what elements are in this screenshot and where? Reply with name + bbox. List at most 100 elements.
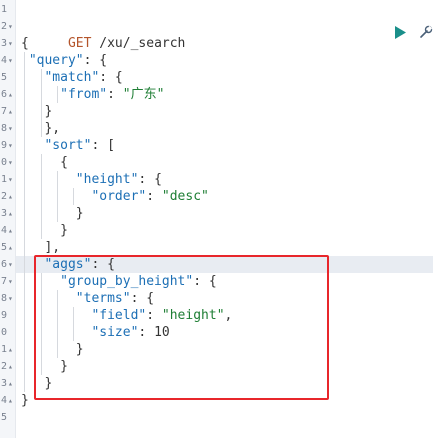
- code-line[interactable]: ],: [21, 239, 431, 256]
- code-line[interactable]: "height": {: [21, 171, 431, 188]
- gutter-row: 3 ▴: [0, 375, 15, 392]
- line-number-gutter: 1 2 ▾ 3 ▾ 4 ▾ 5 6 ▴ 7 ▴ 8 ▾ 9 ▾ 0 ▾ 1 ▾ 2 ▴ 3 ▴ 4 ▴ 5 ▴ 6 ▾ 7 ▾ 8 ▾ 9 0 1 ▴ 2 ▴…: [0, 0, 16, 438]
- gutter-row: 1 ▴: [0, 341, 15, 358]
- gutter-row: 2 ▴: [0, 188, 15, 205]
- gutter-row: 5: [0, 69, 15, 86]
- line-number: 0: [0, 327, 7, 338]
- fold-expand-icon[interactable]: ▴: [8, 341, 15, 358]
- gutter-row: 9 ▾: [0, 137, 15, 154]
- fold-expand-icon[interactable]: ▴: [8, 205, 15, 222]
- play-icon: [395, 25, 406, 39]
- code-punctuation: }: [60, 223, 68, 238]
- line-number: 4: [0, 55, 7, 66]
- aggs-highlight-box: [34, 255, 329, 400]
- line-number: 9: [0, 310, 7, 321]
- gutter-row: 0 ▾: [0, 154, 15, 171]
- code-line[interactable]: "sort": [: [21, 137, 431, 154]
- fold-expand-icon[interactable]: ▴: [8, 239, 15, 256]
- indent-guide: [24, 52, 25, 392]
- request-settings-button[interactable]: [418, 24, 433, 40]
- line-number: 1: [0, 174, 7, 185]
- fold-collapse-icon[interactable]: ▾: [8, 35, 15, 52]
- code-punctuation: {: [21, 36, 29, 51]
- line-number: 5: [0, 242, 7, 253]
- gutter-row: 7 ▴: [0, 103, 15, 120]
- code-line[interactable]: "match": {: [21, 69, 431, 86]
- json-string-value: "desc": [161, 189, 209, 204]
- gutter-row: 2 ▾: [0, 18, 15, 35]
- code-line[interactable]: }: [21, 103, 431, 120]
- fold-collapse-icon[interactable]: ▾: [8, 18, 15, 35]
- code-line[interactable]: "query": {: [21, 52, 431, 69]
- fold-expand-icon[interactable]: ▴: [8, 222, 15, 239]
- gutter-row: 3 ▴: [0, 205, 15, 222]
- indent-guide: [73, 188, 74, 205]
- indentation: [21, 172, 76, 187]
- code-punctuation: :: [146, 189, 162, 204]
- fold-expand-icon[interactable]: ▴: [8, 375, 15, 392]
- gutter-row: 8 ▾: [0, 290, 15, 307]
- fold-expand-icon[interactable]: ▴: [8, 103, 15, 120]
- json-key: "match": [44, 70, 100, 85]
- indent-guide: [41, 154, 42, 239]
- wrench-icon: [420, 25, 433, 38]
- code-punctuation: }: [44, 104, 53, 119]
- fold-collapse-icon[interactable]: ▾: [8, 256, 15, 273]
- gutter-row: 6 ▾: [0, 256, 15, 273]
- fold-collapse-icon[interactable]: ▾: [8, 171, 15, 188]
- line-number: 6: [0, 259, 7, 270]
- code-punctuation: :: [107, 87, 123, 102]
- gutter-row: 3 ▾: [0, 35, 15, 52]
- request-line[interactable]: GET /xu/_search: [21, 18, 431, 51]
- gutter-row: 1 ▾: [0, 171, 15, 188]
- fold-expand-icon[interactable]: ▴: [8, 392, 15, 409]
- line-number: 5: [0, 72, 7, 83]
- code-line[interactable]: "from": "广东": [21, 86, 431, 103]
- fold-expand-icon[interactable]: ▴: [8, 188, 15, 205]
- line-number: 3: [0, 378, 7, 389]
- line-number: 8: [0, 123, 7, 134]
- json-key: "from": [60, 87, 108, 102]
- gutter-row: 7 ▾: [0, 273, 15, 290]
- gutter-row: 4 ▴: [0, 392, 15, 409]
- code-punctuation: : {: [138, 172, 162, 187]
- gutter-row: 4 ▾: [0, 52, 15, 69]
- json-key: "sort": [44, 138, 92, 153]
- code-punctuation: : {: [83, 53, 108, 68]
- gutter-row: 2 ▴: [0, 358, 15, 375]
- code-line[interactable]: {: [21, 35, 431, 52]
- fold-collapse-icon[interactable]: ▾: [8, 154, 15, 171]
- line-number: 5: [0, 412, 7, 423]
- code-punctuation: ],: [44, 240, 61, 255]
- line-number: 0: [0, 157, 7, 168]
- code-line[interactable]: }: [21, 222, 431, 239]
- gutter-row: 5: [0, 409, 15, 426]
- line-number: 2: [0, 191, 7, 202]
- line-number: 4: [0, 395, 7, 406]
- gutter-row: 4 ▴: [0, 222, 15, 239]
- fold-collapse-icon[interactable]: ▾: [8, 273, 15, 290]
- line-number: 6: [0, 89, 7, 100]
- code-line[interactable]: }: [21, 205, 431, 222]
- fold-expand-icon[interactable]: ▴: [8, 86, 15, 103]
- gutter-row: 9: [0, 307, 15, 324]
- line-number: 4: [0, 225, 7, 236]
- code-line[interactable]: {: [21, 154, 431, 171]
- gutter-row: 6 ▴: [0, 86, 15, 103]
- indent-guide: [57, 171, 58, 222]
- line-number: 1: [0, 344, 7, 355]
- fold-collapse-icon[interactable]: ▾: [8, 120, 15, 137]
- code-line[interactable]: },: [21, 120, 431, 137]
- fold-collapse-icon[interactable]: ▾: [8, 290, 15, 307]
- indent-guide: [41, 69, 42, 137]
- code-editor[interactable]: 1 2 ▾ 3 ▾ 4 ▾ 5 6 ▴ 7 ▴ 8 ▾ 9 ▾ 0 ▾ 1 ▾ 2 ▴ 3 ▴ 4 ▴ 5 ▴ 6 ▾ 7 ▾ 8 ▾ 9 0 1 ▴ 2 ▴…: [0, 0, 433, 438]
- line-number: 2: [0, 21, 7, 32]
- fold-collapse-icon[interactable]: ▾: [8, 52, 15, 69]
- fold-expand-icon[interactable]: ▴: [8, 358, 15, 375]
- run-request-button[interactable]: [392, 24, 408, 40]
- code-line[interactable]: "order": "desc": [21, 188, 431, 205]
- line-number: 2: [0, 361, 7, 372]
- fold-collapse-icon[interactable]: ▾: [8, 137, 15, 154]
- gutter-row: 1: [0, 1, 15, 18]
- json-key: "order": [91, 189, 147, 204]
